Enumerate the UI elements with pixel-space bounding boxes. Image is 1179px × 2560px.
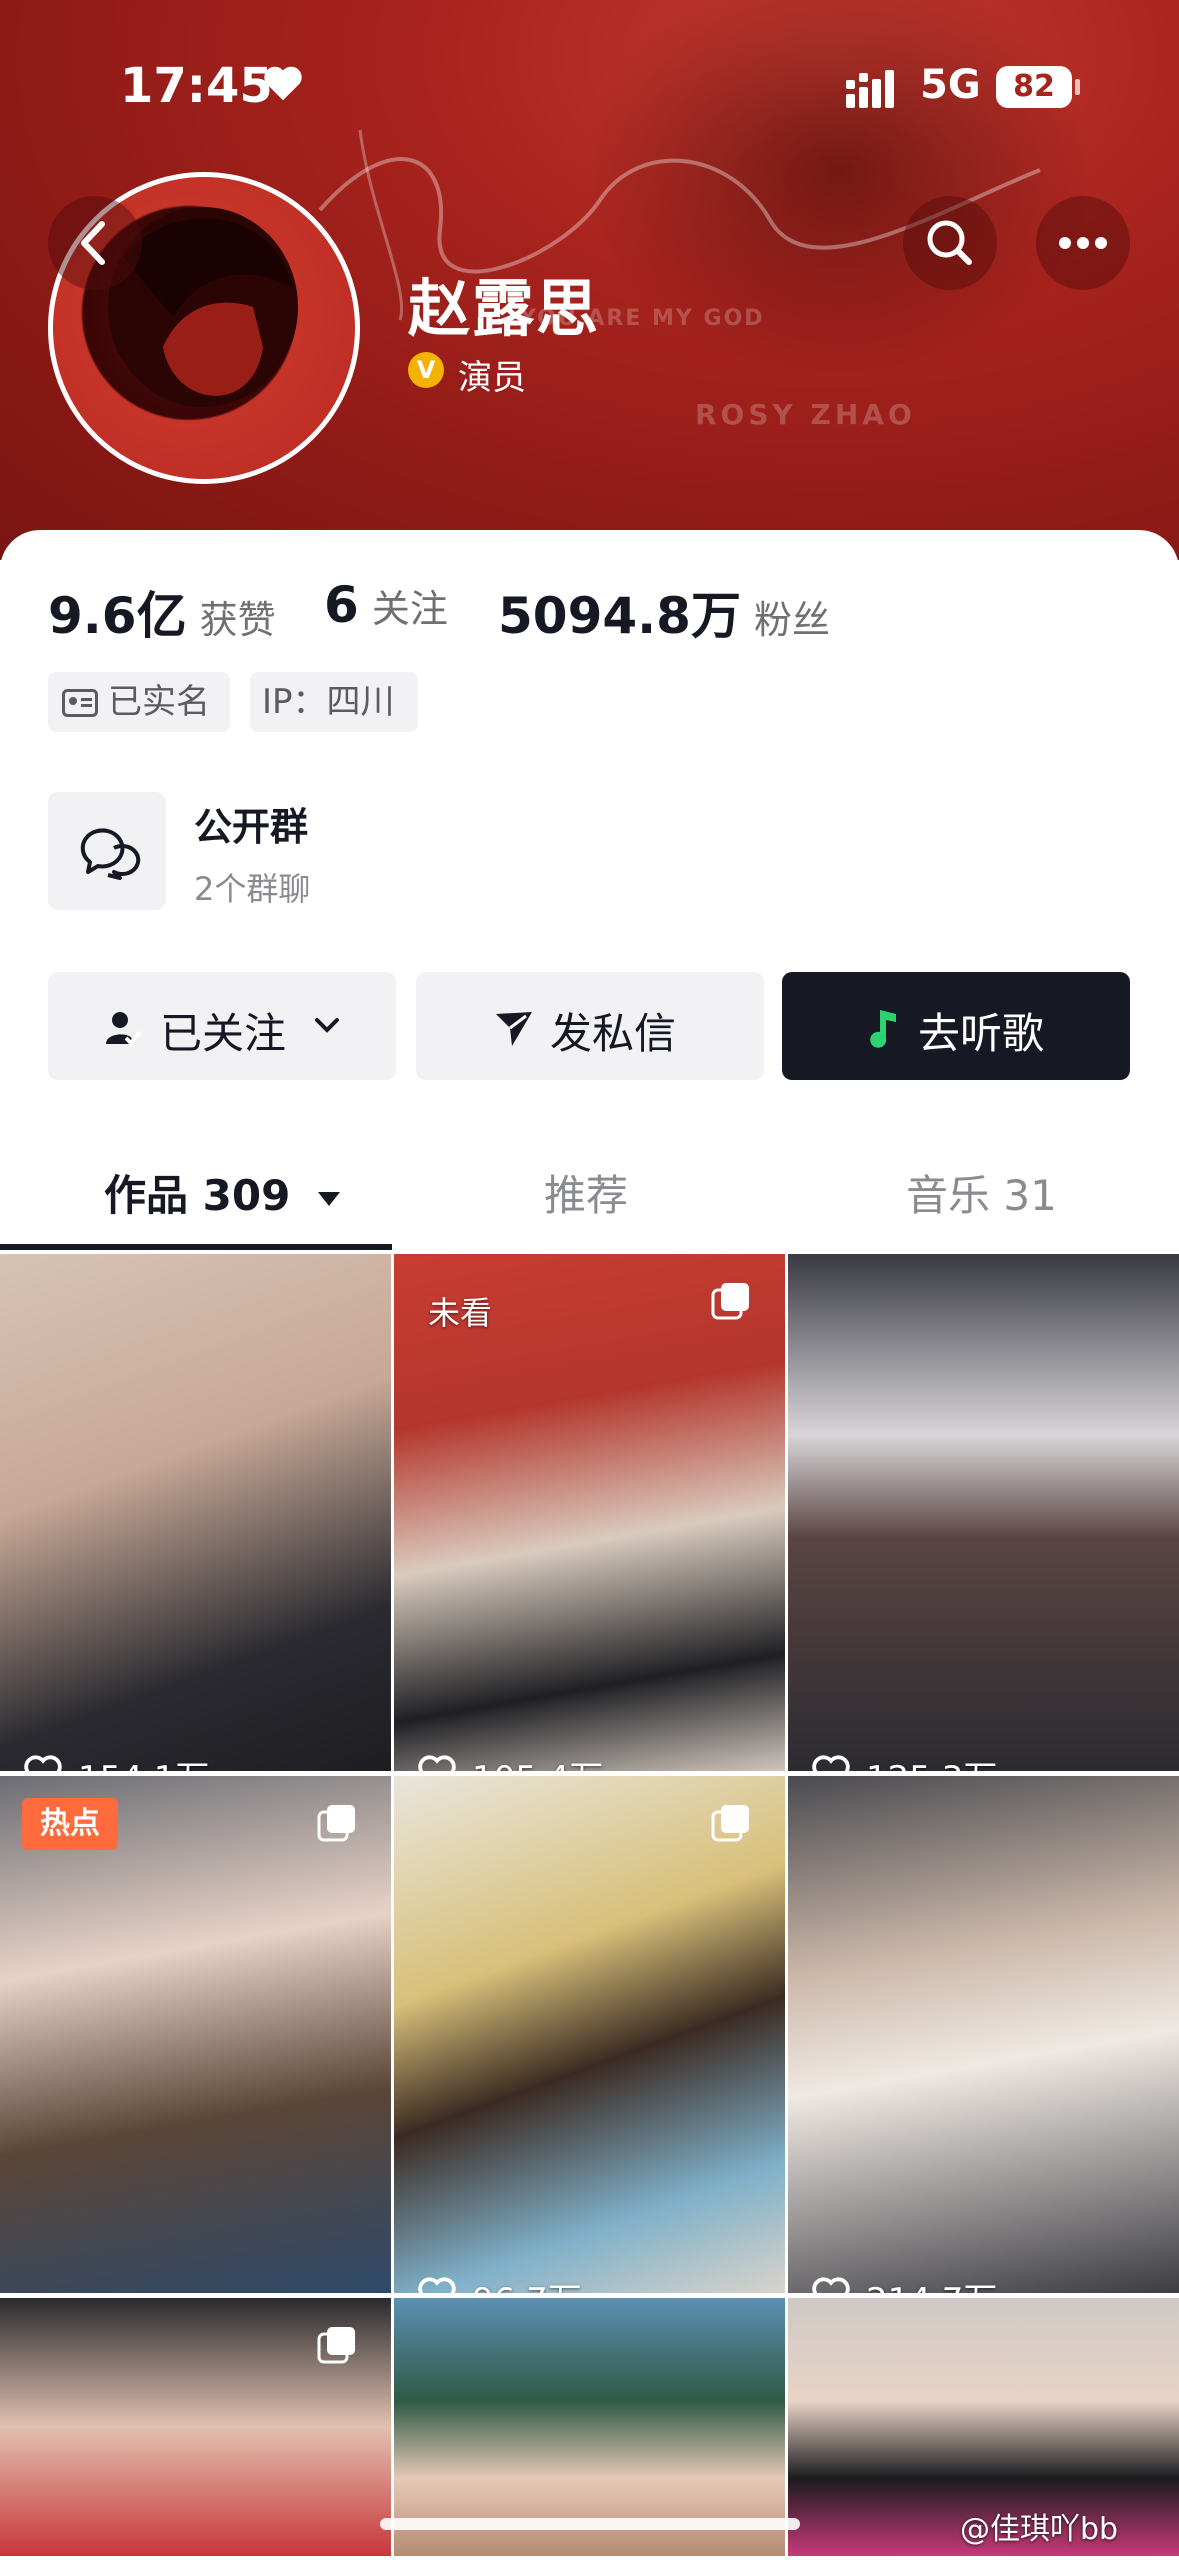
unseen-badge: 未看 xyxy=(428,1294,493,1332)
like-count-value: 154.1万 xyxy=(78,1751,209,1771)
stat-followers-value: 5094.8万 xyxy=(498,587,741,645)
tab-works-label: 作品 309 xyxy=(104,1171,291,1220)
group-title[interactable]: 公开群 xyxy=(194,796,308,851)
like-count-value: 125.3万 xyxy=(866,1751,997,1771)
video-tile[interactable]: 125.3万 xyxy=(788,1254,1179,1771)
tab-works[interactable]: 作品 309 xyxy=(104,1162,343,1223)
following-button[interactable]: 已关注 xyxy=(48,972,396,1080)
following-label: 已关注 xyxy=(160,1009,287,1058)
stat-likes-label: 获赞 xyxy=(199,598,276,642)
listen-music-label: 去听歌 xyxy=(918,1009,1045,1058)
heart-icon xyxy=(264,66,302,101)
like-heart-icon xyxy=(418,2277,456,2293)
realname-tag: 已实名 xyxy=(48,672,230,732)
chevron-down-icon xyxy=(315,1018,339,1033)
video-tile[interactable]: 热点 xyxy=(0,1776,391,2293)
watermark: @佳琪吖bb xyxy=(960,2512,1119,2547)
search-button[interactable] xyxy=(903,196,997,290)
like-heart-icon xyxy=(418,1755,456,1771)
like-heart-icon xyxy=(24,1755,62,1771)
more-icon xyxy=(1059,237,1107,249)
video-tile[interactable]: 214.7万 xyxy=(788,1776,1179,2293)
home-indicator[interactable] xyxy=(380,2518,800,2530)
profile-name: 赵露思 xyxy=(408,272,601,345)
video-tile[interactable]: 154.1万 xyxy=(0,1254,391,1771)
back-button[interactable] xyxy=(48,196,142,290)
tab-music[interactable]: 音乐 31 xyxy=(906,1162,1057,1223)
multi-image-icon xyxy=(711,1805,749,1842)
like-heart-icon xyxy=(812,1755,850,1771)
stat-following-value: 6 xyxy=(324,576,359,634)
realname-label: 已实名 xyxy=(108,682,210,722)
video-tile[interactable] xyxy=(0,2298,391,2556)
search-icon xyxy=(927,220,972,265)
verified-icon: V xyxy=(408,352,444,388)
ip-label: IP：四川 xyxy=(262,682,395,722)
tab-underline xyxy=(0,1244,392,1250)
group-chat-button[interactable] xyxy=(48,792,166,910)
banner-text-1: ROSY ZHAO xyxy=(695,398,916,431)
like-count-value: 96.7万 xyxy=(472,2273,582,2293)
back-icon xyxy=(81,221,105,265)
status-time: 17:45 xyxy=(120,58,273,114)
stat-following[interactable]: 6 关注 xyxy=(324,576,448,634)
profile-role: 演员 xyxy=(458,358,526,398)
follow-person-icon xyxy=(106,1012,142,1046)
listen-music-button[interactable]: 去听歌 xyxy=(782,972,1130,1080)
battery-indicator: 82 xyxy=(996,66,1072,108)
hot-badge: 热点 xyxy=(22,1798,118,1850)
signal-icon xyxy=(846,70,894,108)
network-type: 5G xyxy=(920,62,981,108)
more-button[interactable] xyxy=(1036,196,1130,290)
multi-image-icon xyxy=(317,2327,355,2364)
stat-followers-label: 粉丝 xyxy=(754,598,831,642)
group-subtitle: 2个群聊 xyxy=(194,870,311,908)
multi-image-icon xyxy=(317,1805,355,1842)
message-button[interactable]: 发私信 xyxy=(416,972,764,1080)
multi-image-icon xyxy=(711,1283,749,1320)
send-icon xyxy=(496,1012,532,1046)
ip-tag: IP：四川 xyxy=(250,672,418,732)
video-tile[interactable]: 未看 105.4万 xyxy=(394,1254,785,1771)
triangle-down-icon xyxy=(317,1191,340,1206)
message-label: 发私信 xyxy=(550,1009,677,1058)
like-count-value: 105.4万 xyxy=(472,1751,603,1771)
music-note-icon xyxy=(870,1010,896,1048)
like-heart-icon xyxy=(812,2277,850,2293)
id-card-icon xyxy=(62,689,98,717)
stat-followers[interactable]: 5094.8万 粉丝 xyxy=(498,576,830,648)
stat-following-label: 关注 xyxy=(371,587,448,631)
video-tile[interactable]: 96.7万 xyxy=(394,1776,785,2293)
tab-recommend[interactable]: 推荐 xyxy=(544,1162,628,1223)
battery-tip xyxy=(1075,79,1080,95)
chat-group-icon xyxy=(80,828,141,880)
like-count-value: 214.7万 xyxy=(866,2273,997,2293)
stat-likes-value: 9.6亿 xyxy=(48,587,187,645)
stat-likes[interactable]: 9.6亿 获赞 xyxy=(48,576,276,648)
